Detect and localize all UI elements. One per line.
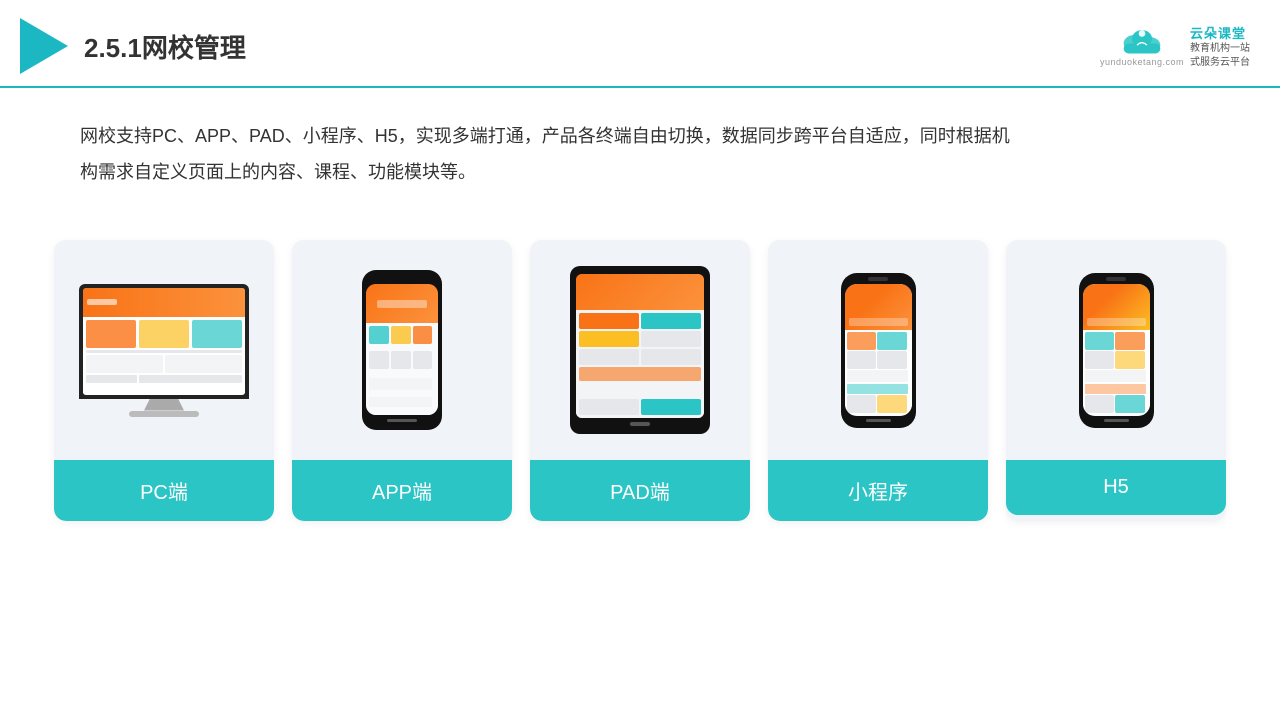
- phone-screen: [366, 284, 438, 415]
- header-left: 2.5.1网校管理: [20, 18, 246, 74]
- page-title: 2.5.1网校管理: [84, 28, 246, 65]
- h5-phone-screen: [1083, 284, 1150, 416]
- brand-name: 云朵课堂: [1190, 23, 1246, 42]
- pc-device-icon: [79, 284, 249, 417]
- h5-device-icon: [1079, 273, 1154, 428]
- card-app: APP端: [292, 240, 512, 521]
- card-pc-label: PC端: [54, 460, 274, 521]
- miniprogram-device-icon: [841, 273, 916, 428]
- card-h5-label: H5: [1006, 460, 1226, 515]
- card-h5-image: [1006, 240, 1226, 460]
- card-h5: H5: [1006, 240, 1226, 521]
- brand-logo: yunduoketang.com 云朵课堂 教育机构一站 式服务云平台: [1100, 23, 1250, 70]
- card-app-label: APP端: [292, 460, 512, 521]
- card-app-image: [292, 240, 512, 460]
- card-pad: PAD端: [530, 240, 750, 521]
- mini-phone-screen: [845, 284, 912, 416]
- card-miniprogram: 小程序: [768, 240, 988, 521]
- card-pad-image: [530, 240, 750, 460]
- app-device-icon: [362, 270, 442, 430]
- brand-text: 云朵课堂 教育机构一站 式服务云平台: [1190, 23, 1250, 70]
- card-pc: PC端: [54, 240, 274, 521]
- card-miniprogram-label: 小程序: [768, 460, 988, 521]
- brand-slogan: 教育机构一站 式服务云平台: [1190, 42, 1250, 70]
- card-pc-image: [54, 240, 274, 460]
- card-pad-label: PAD端: [530, 460, 750, 521]
- description-text: 网校支持PC、APP、PAD、小程序、H5，实现多端打通，产品各终端自由切换，数…: [0, 88, 1100, 200]
- pad-device-icon: [570, 266, 710, 434]
- brand-url: yunduoketang.com: [1100, 57, 1184, 67]
- device-cards-container: PC端: [0, 210, 1280, 541]
- card-miniprogram-image: [768, 240, 988, 460]
- logo-triangle-icon: [20, 18, 68, 74]
- tablet-screen: [576, 274, 704, 418]
- cloud-icon: yunduoketang.com: [1100, 25, 1184, 67]
- page-header: 2.5.1网校管理 yunduoketang.com 云朵课堂 教育机构一站 式…: [0, 0, 1280, 88]
